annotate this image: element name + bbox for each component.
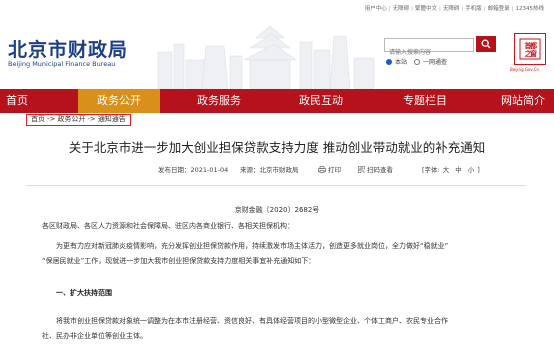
util-link-accessibility[interactable]: 无障碍 bbox=[393, 6, 410, 12]
radio-this-site[interactable] bbox=[386, 58, 392, 65]
article-meta: 发布日期：2021-01-04 来源：北京市财政局 打印 扫码查看 [字体: 大中… bbox=[0, 164, 554, 176]
radio-label-all-sites: 一网通查 bbox=[423, 59, 448, 66]
publish-date-label: 发布日期： bbox=[158, 166, 191, 174]
paragraph-line: 为更有力应对新冠肺炎疫情影响，充分发挥创业担保贷款作用，持续激发市场主体活力，创… bbox=[56, 242, 449, 250]
site-header: 北京市财政局 Beijing Municipal Finance Bureau … bbox=[0, 16, 554, 89]
breadcrumb: 首页 -> 政务公开 -> 通知通告 bbox=[26, 114, 131, 126]
document-number: 京财金融〔2020〕2682号 bbox=[234, 206, 320, 214]
svg-text:都: 都 bbox=[529, 41, 537, 50]
util-link-barrier-free[interactable]: 无障碍 bbox=[443, 6, 460, 12]
separator: | bbox=[411, 6, 413, 12]
scan-qr-label: 扫码查看 bbox=[367, 166, 393, 174]
nav-item-public-interaction[interactable]: 政民互动 bbox=[280, 89, 362, 113]
nav-item-government-affairs-open[interactable]: 政务公开 bbox=[78, 89, 160, 113]
separator: | bbox=[388, 6, 391, 12]
logo-caption: Beijing.Gov.Cn bbox=[510, 67, 540, 72]
util-link-12345-hotline[interactable]: 12345热线 bbox=[516, 6, 545, 12]
skyline-illustration bbox=[157, 25, 375, 89]
breadcrumb-notices[interactable]: 通知通告 bbox=[98, 115, 126, 123]
publish-date: 发布日期：2021-01-04 bbox=[158, 164, 228, 174]
source-label: 来源： bbox=[240, 166, 260, 174]
print-label: 打印 bbox=[328, 166, 341, 174]
article-title: 关于北京市进一步加大创业担保贷款支持力度 推动创业带动就业的补充通知 bbox=[68, 140, 486, 155]
font-size-switcher: [字体: 大中小] bbox=[422, 164, 480, 174]
capital-window-emblem-icon: 首 都 之 窗 bbox=[519, 38, 541, 60]
breadcrumb-government-affairs-open[interactable]: 政务公开 bbox=[57, 115, 85, 123]
source-value: 北京市财政局 bbox=[259, 166, 299, 174]
font-size-label: [字体: bbox=[422, 166, 440, 174]
breadcrumb-separator: -> bbox=[87, 115, 96, 123]
search-box bbox=[384, 38, 474, 59]
nav-item-government-services[interactable]: 政务服务 bbox=[178, 89, 260, 113]
util-link-user-center[interactable]: 用户中心 bbox=[365, 6, 387, 12]
utility-bar: 用户中心 | 无障碍 | 繁體中文 | 无障碍 | 手机版 | 邮箱登录 | 12345热线 bbox=[0, 0, 554, 16]
print-button[interactable]: 打印 bbox=[318, 164, 341, 174]
util-link-traditional-chinese[interactable]: 繁體中文 bbox=[415, 6, 437, 12]
capital-window-logo[interactable]: 首 都 之 窗 bbox=[514, 33, 546, 65]
search-icon bbox=[481, 39, 491, 49]
article-source: 来源：北京市财政局 bbox=[240, 164, 299, 174]
util-link-email-login[interactable]: 邮箱登录 bbox=[488, 6, 510, 12]
nav-item-site-intro[interactable]: 网站简介 bbox=[492, 89, 554, 113]
site-subtitle: Beijing Municipal Finance Bureau bbox=[8, 60, 116, 68]
meta-divider bbox=[26, 185, 526, 186]
article-paragraph: 为更有力应对新冠肺炎疫情影响，充分发挥创业担保贷款作用，持续激发市场主体活力，创… bbox=[42, 239, 512, 269]
svg-text:窗: 窗 bbox=[530, 49, 537, 58]
qr-code-icon bbox=[358, 165, 365, 173]
separator: | bbox=[461, 6, 464, 12]
nav-item-home[interactable]: 首页 bbox=[0, 89, 70, 113]
section-heading: 一、扩大扶持范围 bbox=[56, 289, 112, 297]
separator: | bbox=[511, 6, 514, 12]
separator: | bbox=[439, 6, 441, 12]
separator: | bbox=[483, 6, 486, 12]
nav-item-special-topics[interactable]: 专题栏目 bbox=[384, 89, 466, 113]
font-size-large[interactable]: 大 bbox=[443, 166, 450, 174]
search-scope: 本站 一网通查 bbox=[386, 57, 447, 66]
radio-all-sites[interactable] bbox=[414, 58, 421, 65]
article-paragraph: 将我市创业担保贷款对象统一调整为在本市注册经营、资信良好、有具体经营项目的小型微… bbox=[42, 314, 512, 344]
utility-links: 用户中心 | 无障碍 | 繁體中文 | 无障碍 | 手机版 | 邮箱登录 | 12345热线 bbox=[365, 4, 544, 12]
site-title[interactable]: 北京市财政局 bbox=[8, 35, 128, 62]
util-link-mobile[interactable]: 手机版 bbox=[465, 6, 482, 12]
paragraph-line: 社、民办非企业单位等创业主体。 bbox=[42, 332, 147, 340]
search-button[interactable] bbox=[476, 36, 496, 52]
scan-qr-button[interactable]: 扫码查看 bbox=[358, 164, 393, 174]
font-size-medium[interactable]: 中 bbox=[455, 166, 462, 174]
radio-label-this-site: 本站 bbox=[395, 59, 408, 66]
article-addressee: 各区财政局、各区人力资源和社会保障局、驻区内各商业银行、各相关担保机构： bbox=[42, 222, 294, 230]
font-size-small[interactable]: 小 bbox=[468, 166, 475, 174]
font-size-close: ] bbox=[477, 166, 480, 174]
main-nav: 首页 政务公开 政务服务 政民互动 专题栏目 网站简介 bbox=[0, 89, 554, 113]
paragraph-line: “保居民就业”工作，现就进一步加大我市创业担保贷款支持力度相关事宜补充通知如下： bbox=[42, 257, 316, 265]
publish-date-value: 2021-01-04 bbox=[190, 166, 229, 174]
printer-icon bbox=[318, 165, 326, 173]
breadcrumb-home[interactable]: 首页 bbox=[31, 115, 45, 123]
breadcrumb-separator: -> bbox=[47, 115, 56, 123]
paragraph-line: 将我市创业担保贷款对象统一调整为在本市注册经营、资信良好、有具体经营项目的小型微… bbox=[56, 317, 448, 325]
